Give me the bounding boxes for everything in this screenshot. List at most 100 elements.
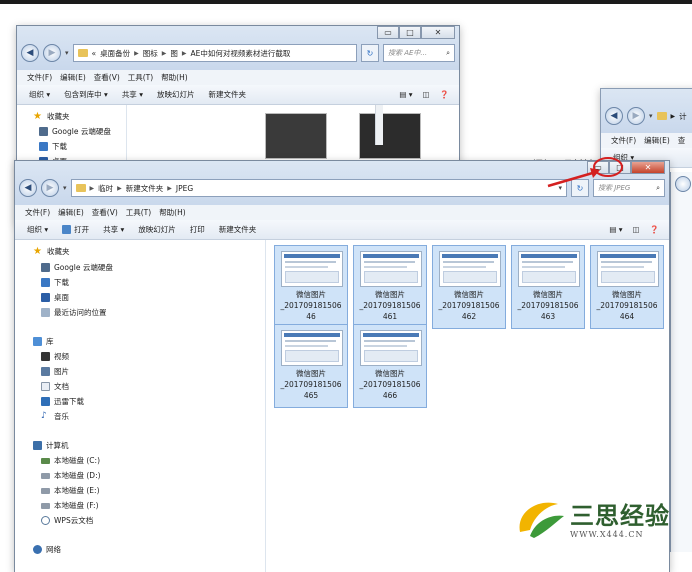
recent-pages-icon[interactable]: ▾ bbox=[649, 112, 653, 120]
minimize-button[interactable]: ▭ bbox=[377, 26, 399, 39]
nav-downloads[interactable]: 下载 bbox=[39, 141, 67, 152]
file-tile[interactable]: 微信图片 _201709181506 462 bbox=[432, 245, 506, 329]
menu-tools[interactable]: 工具(T) bbox=[126, 207, 151, 218]
refresh-icon[interactable]: ↻ bbox=[571, 179, 589, 197]
nav-wps-cloud[interactable]: WPS云文档 bbox=[41, 515, 93, 526]
print-button[interactable]: 打印 bbox=[190, 224, 205, 235]
documents-library-icon bbox=[41, 382, 50, 391]
breadcrumb-item[interactable]: 图标 bbox=[143, 48, 158, 59]
breadcrumb-item[interactable]: 新建文件夹 bbox=[126, 183, 164, 194]
new-folder-button[interactable]: 新建文件夹 bbox=[219, 224, 257, 235]
menu-edit[interactable]: 编辑(E) bbox=[60, 72, 86, 83]
breadcrumb-item[interactable]: « bbox=[92, 49, 97, 58]
nav-recent-places[interactable]: 最近访问的位置 bbox=[41, 307, 107, 318]
video-thumbnail[interactable] bbox=[265, 113, 327, 159]
search-input[interactable]: 搜索 JPEG ⌕ bbox=[593, 179, 665, 197]
nav-favorites[interactable]: ★ 收藏夹 bbox=[33, 246, 70, 257]
slideshow-button[interactable]: 放映幻灯片 bbox=[157, 89, 195, 100]
address-dropdown-icon[interactable]: ▾ bbox=[558, 184, 566, 192]
back-arrow-icon[interactable] bbox=[675, 176, 691, 192]
forward-arrow-icon[interactable]: ▶ bbox=[41, 179, 59, 197]
menu-view[interactable]: 查看(V) bbox=[94, 72, 120, 83]
back-arrow-icon[interactable]: ◀ bbox=[19, 179, 37, 197]
preview-pane-icon[interactable]: ◫ bbox=[633, 225, 640, 234]
hard-drive-icon bbox=[41, 487, 50, 494]
file-tile[interactable]: 微信图片 _201709181506 461 bbox=[353, 245, 427, 329]
share-button[interactable]: 共享 ▾ bbox=[122, 89, 143, 100]
open-button[interactable]: 打开 bbox=[62, 224, 89, 235]
breadcrumb-item[interactable]: 图 bbox=[170, 48, 178, 59]
menu-file[interactable]: 文件(F) bbox=[27, 72, 52, 83]
share-button[interactable]: 共享 ▾ bbox=[103, 224, 124, 235]
help-icon[interactable]: ❓ bbox=[650, 225, 659, 234]
search-input[interactable]: 搜索 AE中... ⌕ bbox=[383, 44, 455, 62]
nav-network[interactable]: 网络 bbox=[33, 544, 61, 555]
video-thumbnail[interactable] bbox=[359, 113, 421, 159]
main-window-menubar: 文件(F) 编辑(E) 查看(V) 工具(T) 帮助(H) bbox=[15, 205, 669, 220]
menu-view[interactable]: 查 bbox=[678, 135, 686, 146]
nav-drive-c[interactable]: 本地磁盘 (C:) bbox=[41, 455, 100, 466]
forward-arrow-icon[interactable]: ▶ bbox=[43, 44, 61, 62]
pane-divider[interactable] bbox=[265, 240, 266, 572]
nav-google-drive[interactable]: Google 云端硬盘 bbox=[41, 262, 113, 273]
recent-pages-icon[interactable]: ▾ bbox=[63, 184, 67, 192]
include-in-library-button[interactable]: 包含到库中 ▾ bbox=[64, 89, 108, 100]
minimize-button[interactable]: ▭ bbox=[587, 161, 609, 174]
slideshow-button[interactable]: 放映幻灯片 bbox=[138, 224, 176, 235]
organize-button[interactable]: 组织 ▾ bbox=[29, 89, 50, 100]
nav-music[interactable]: ♪ 音乐 bbox=[41, 411, 69, 422]
address-bar[interactable]: « 桌面备份 ▶ 图标 ▶ 图 ▶ AE中如何对视频素材进行截取 bbox=[72, 44, 357, 62]
scrollbar[interactable] bbox=[375, 105, 383, 145]
file-tile[interactable]: 微信图片 _201709181506 464 bbox=[590, 245, 664, 329]
back-window-navrow: ◀ ▶ ▾ « 桌面备份 ▶ 图标 ▶ 图 ▶ AE中如何对视频素材进行截取 ↻… bbox=[21, 42, 455, 64]
help-icon[interactable]: ❓ bbox=[440, 90, 449, 99]
file-tile[interactable]: 微信图片 _201709181506 465 bbox=[274, 324, 348, 408]
back-arrow-icon[interactable]: ◀ bbox=[605, 107, 623, 125]
breadcrumb-item[interactable]: 计 bbox=[679, 111, 687, 122]
breadcrumb-item[interactable]: 临时 bbox=[98, 183, 113, 194]
nav-documents[interactable]: 文档 bbox=[41, 381, 69, 392]
menu-edit[interactable]: 编辑(E) bbox=[58, 207, 84, 218]
nav-google-drive[interactable]: Google 云端硬盘 bbox=[39, 126, 111, 137]
close-button[interactable]: ✕ bbox=[631, 161, 665, 174]
nav-xunlei-downloads[interactable]: 迅雷下载 bbox=[41, 396, 84, 407]
view-options-icon[interactable]: ▤ ▾ bbox=[399, 90, 412, 99]
file-tile[interactable]: 微信图片 _201709181506 466 bbox=[353, 324, 427, 408]
nav-drive-f[interactable]: 本地磁盘 (F:) bbox=[41, 500, 99, 511]
nav-videos[interactable]: 视频 bbox=[41, 351, 69, 362]
nav-drive-d[interactable]: 本地磁盘 (D:) bbox=[41, 470, 101, 481]
folder-icon bbox=[75, 184, 86, 192]
menu-help[interactable]: 帮助(H) bbox=[159, 207, 186, 218]
maximize-button[interactable]: □ bbox=[399, 26, 421, 39]
menu-file[interactable]: 文件(F) bbox=[25, 207, 50, 218]
file-name-line: 微信图片 bbox=[533, 290, 563, 299]
nav-favorites[interactable]: ★ 收藏夹 bbox=[33, 111, 70, 122]
file-tile[interactable]: 微信图片 _201709181506 463 bbox=[511, 245, 585, 329]
organize-button[interactable]: 组织 ▾ bbox=[27, 224, 48, 235]
menu-help[interactable]: 帮助(H) bbox=[161, 72, 188, 83]
recent-pages-icon[interactable]: ▾ bbox=[65, 49, 69, 57]
menu-file[interactable]: 文件(F) bbox=[611, 135, 636, 146]
nav-libraries[interactable]: 库 bbox=[33, 336, 54, 347]
breadcrumb-item[interactable]: AE中如何对视频素材进行截取 bbox=[190, 48, 290, 59]
preview-pane-icon[interactable]: ◫ bbox=[423, 90, 430, 99]
file-tile[interactable]: 微信图片 _201709181506 46 bbox=[274, 245, 348, 329]
menu-tools[interactable]: 工具(T) bbox=[128, 72, 153, 83]
menu-view[interactable]: 查看(V) bbox=[92, 207, 118, 218]
menu-edit[interactable]: 编辑(E) bbox=[644, 135, 670, 146]
nav-pictures[interactable]: 图片 bbox=[41, 366, 69, 377]
close-button[interactable]: ✕ bbox=[421, 26, 455, 39]
address-bar[interactable]: ▶ 临时 ▶ 新建文件夹 ▶ JPEG ▾ bbox=[70, 179, 567, 197]
new-folder-button[interactable]: 新建文件夹 bbox=[208, 89, 246, 100]
view-options-icon[interactable]: ▤ ▾ bbox=[609, 225, 622, 234]
nav-desktop[interactable]: 桌面 bbox=[41, 292, 69, 303]
breadcrumb-item[interactable]: JPEG bbox=[176, 184, 193, 193]
maximize-button[interactable]: □ bbox=[609, 161, 631, 174]
nav-drive-e[interactable]: 本地磁盘 (E:) bbox=[41, 485, 100, 496]
nav-downloads[interactable]: 下载 bbox=[41, 277, 69, 288]
breadcrumb-item[interactable]: 桌面备份 bbox=[100, 48, 130, 59]
forward-arrow-icon[interactable]: ▶ bbox=[627, 107, 645, 125]
nav-computer[interactable]: 计算机 bbox=[33, 440, 69, 451]
back-arrow-icon[interactable]: ◀ bbox=[21, 44, 39, 62]
refresh-icon[interactable]: ↻ bbox=[361, 44, 379, 62]
